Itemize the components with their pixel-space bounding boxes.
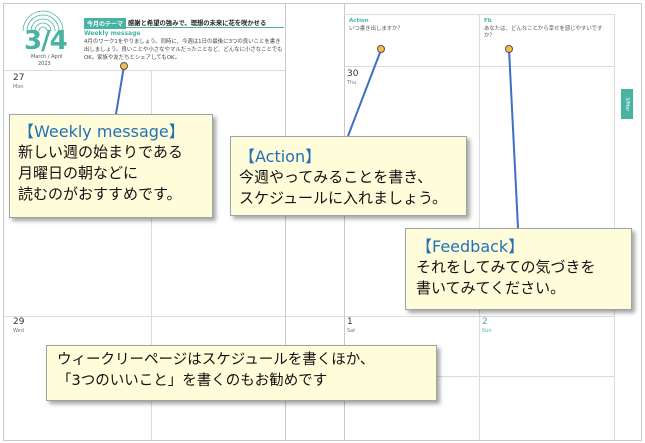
grid-line <box>344 14 614 15</box>
grid-line <box>4 316 614 317</box>
day-number: 2 <box>482 317 488 327</box>
day-name: Sat <box>347 328 356 334</box>
weekly-message-label: Weekly message <box>84 30 141 37</box>
month-index-tab[interactable]: 3/Mar <box>621 89 633 119</box>
day-number: 30 <box>347 69 359 79</box>
day-name: Wed <box>13 328 24 334</box>
callout-line: それをしてみての気づきを <box>416 258 596 276</box>
callout-title: 【Feedback】 <box>416 237 525 256</box>
month-label: March / April <box>31 54 63 60</box>
day-name: Sun <box>482 328 492 334</box>
callout-line: スケジュールに入れましょう。 <box>239 189 448 207</box>
action-note: いつ書き出しますか？ <box>349 26 403 32</box>
weekly-message-callout: 【Weekly message】 新しい週の始まりである 月曜日の朝などに 読む… <box>9 114 213 218</box>
weekly-message-body: 4月のワーク1をやりましょう。同時に、今週は1日の最後に3つの良いことを書き出し… <box>84 39 283 61</box>
callout-title: 【Weekly message】 <box>18 122 185 141</box>
callout-line: ウィークリーページはスケジュールを書くほか、 <box>57 352 375 368</box>
callout-line: 「3つのいいこと」を書くのもお勧めです <box>57 373 328 389</box>
callout-line: 今週やってみることを書き、 <box>239 168 433 186</box>
callout-line: 月曜日の朝などに <box>18 164 139 182</box>
callout-line: 書いてみてください。 <box>416 279 566 297</box>
theme-divider <box>84 27 284 28</box>
marker-dot <box>120 62 128 70</box>
day-number: 1 <box>347 317 353 327</box>
grid-line <box>479 14 480 440</box>
marker-dot <box>377 45 385 53</box>
callout-line: 読むのがおすすめです。 <box>18 185 182 203</box>
day-name: Thu <box>347 80 357 86</box>
fb-note: あなたは、どんなことから幸せを感じやすいですか？ <box>484 26 603 39</box>
week-date: 3/4 <box>24 26 68 56</box>
action-callout: 【Action】 今週やってみることを書き、 スケジュールに入れましょう。 <box>230 136 467 216</box>
day-number: 29 <box>13 317 25 327</box>
day-name: Mon <box>13 84 24 90</box>
grid-line <box>614 14 615 440</box>
grid-line <box>4 70 285 71</box>
year-label: 2023 <box>38 61 51 67</box>
callout-title: 【Action】 <box>239 147 322 166</box>
action-label: Action <box>349 18 369 24</box>
day-number: 27 <box>13 73 25 83</box>
theme-text: 感謝と希望の強みで、理想の未来に花を咲かせる <box>128 20 267 27</box>
fb-label: Fb <box>484 18 492 24</box>
callout-line: 新しい週の始まりである <box>18 143 183 161</box>
bottom-note-callout: ウィークリーページはスケジュールを書くほか、 「3つのいいこと」を書くのもお勧め… <box>46 345 437 401</box>
feedback-callout: 【Feedback】 それをしてみての気づきを 書いてみてください。 <box>405 228 632 310</box>
marker-dot <box>505 45 513 53</box>
